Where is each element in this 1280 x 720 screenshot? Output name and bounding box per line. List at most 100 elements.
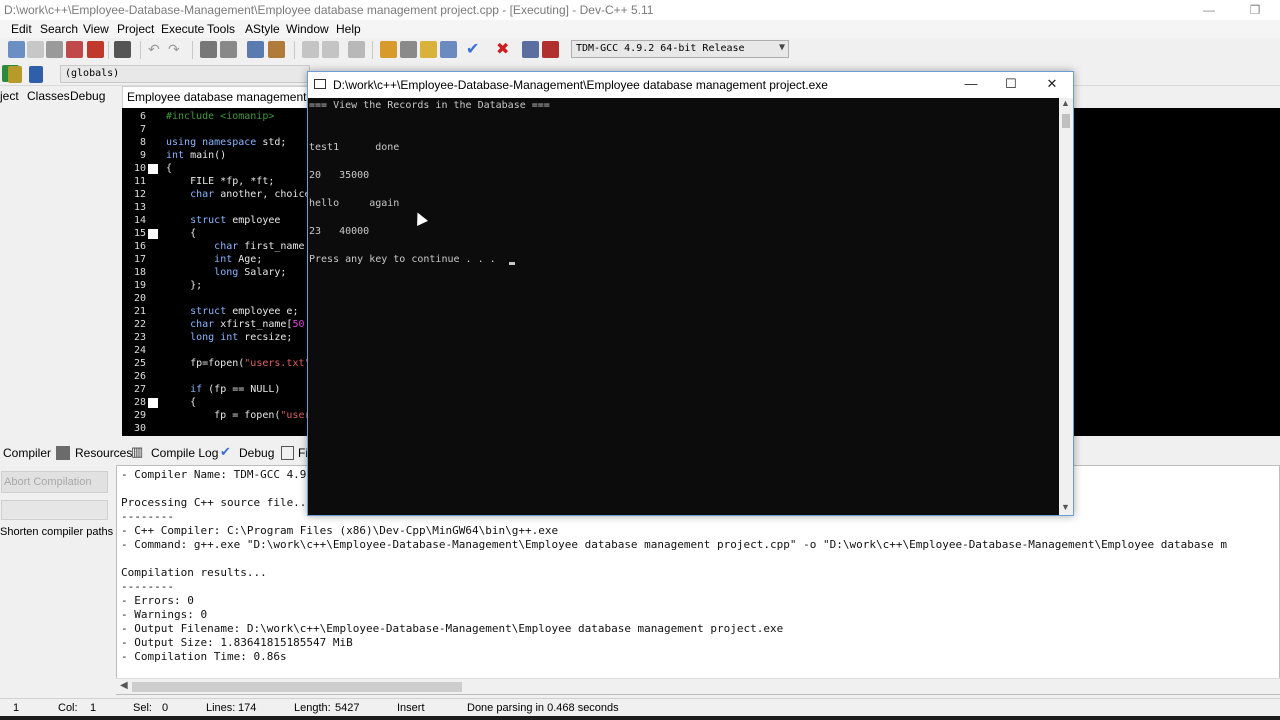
replace-icon[interactable] bbox=[220, 41, 237, 58]
console-app-icon bbox=[314, 79, 326, 89]
log-line: -------- bbox=[121, 510, 174, 523]
bookmark-back-icon[interactable] bbox=[302, 41, 319, 58]
line-number: 22 bbox=[133, 319, 146, 330]
scope-select[interactable]: (globals) bbox=[60, 65, 310, 83]
scrollbar-thumb[interactable] bbox=[132, 682, 462, 692]
code-line: }; bbox=[166, 280, 203, 291]
code-line: { bbox=[166, 397, 197, 408]
fold-marker[interactable] bbox=[148, 164, 158, 174]
save-icon[interactable] bbox=[46, 41, 63, 58]
status-length-label: Length: bbox=[294, 702, 331, 714]
menu-search[interactable]: Search bbox=[40, 22, 78, 36]
profile-icon[interactable] bbox=[522, 41, 539, 58]
status-line: 1 bbox=[13, 702, 20, 714]
console-vertical-scrollbar[interactable]: ▲ ▼ bbox=[1059, 98, 1073, 515]
menu-project[interactable]: Project bbox=[117, 22, 154, 36]
log-line: - Command: g++.exe "D:\work\c++\Employee… bbox=[121, 538, 1227, 551]
taskbar-strip bbox=[0, 716, 1280, 720]
tab-debug[interactable]: Debug bbox=[70, 89, 105, 103]
line-number: 9 bbox=[139, 150, 146, 161]
abort-compilation-button[interactable]: Abort Compilation bbox=[1, 471, 108, 493]
rebuild-all-icon[interactable] bbox=[440, 41, 457, 58]
save-all-icon[interactable] bbox=[66, 41, 83, 58]
tab-resources[interactable]: Resources bbox=[75, 446, 132, 460]
status-lines-label: Lines: bbox=[206, 702, 236, 714]
code-line: { bbox=[166, 163, 173, 174]
scroll-up-icon[interactable]: ▲ bbox=[1061, 98, 1070, 108]
log-horizontal-scrollbar[interactable]: ◀ bbox=[116, 678, 1280, 694]
menu-help[interactable]: Help bbox=[336, 22, 361, 36]
log-line: Compilation results... bbox=[121, 566, 267, 579]
console-close-button[interactable]: ✕ bbox=[1032, 76, 1072, 92]
log-line: - Warnings: 0 bbox=[121, 608, 208, 621]
console-title-bar[interactable]: D:\work\c++\Employee-Database-Management… bbox=[308, 72, 1073, 98]
status-col-label: Col: bbox=[58, 702, 78, 714]
insert-icon[interactable] bbox=[8, 66, 22, 83]
console-output[interactable]: === View the Records in the Database ===… bbox=[308, 98, 1059, 515]
console-record-line: test1 done bbox=[309, 142, 400, 153]
toolbar-separator bbox=[192, 41, 193, 59]
tab-compile-log[interactable]: Compile Log bbox=[151, 446, 218, 460]
scroll-down-icon[interactable]: ▼ bbox=[1061, 502, 1070, 512]
code-line: fp=fopen("users.txt" bbox=[166, 358, 311, 369]
open-file-icon[interactable] bbox=[27, 41, 44, 58]
menu-tools[interactable]: Tools bbox=[207, 22, 235, 36]
console-window-title: D:\work\c++\Employee-Database-Management… bbox=[333, 78, 828, 92]
ide-minimize-button[interactable]: — bbox=[1186, 0, 1232, 20]
ide-restore-button[interactable]: ❐ bbox=[1232, 0, 1278, 20]
ide-window-title: D:\work\c++\Employee-Database-Management… bbox=[4, 3, 654, 17]
menu-edit[interactable]: Edit bbox=[11, 22, 32, 36]
line-number: 24 bbox=[133, 345, 146, 356]
code-line: char first_name bbox=[214, 241, 305, 252]
indent-icon[interactable] bbox=[247, 41, 264, 58]
find-results-icon bbox=[281, 446, 294, 460]
shorten-paths-checkbox[interactable] bbox=[1, 500, 108, 520]
goto-line-icon[interactable] bbox=[348, 41, 365, 58]
tab-classes[interactable]: Classes bbox=[27, 89, 70, 103]
log-line: - Output Size: 1.83641815185547 MiB bbox=[121, 636, 353, 649]
menu-execute[interactable]: Execute bbox=[161, 22, 204, 36]
tab-debug-bottom[interactable]: Debug bbox=[239, 446, 274, 460]
close-file-icon[interactable] bbox=[87, 41, 104, 58]
line-number: 28 bbox=[133, 397, 146, 408]
status-insert-mode: Insert bbox=[397, 702, 425, 714]
code-line: char xfirst_name[50 bbox=[190, 319, 305, 330]
fold-marker[interactable] bbox=[148, 229, 158, 239]
compile-icon[interactable] bbox=[380, 41, 397, 58]
editor-file-tab[interactable]: Employee database management project bbox=[122, 86, 346, 108]
tab-compiler[interactable]: Compiler bbox=[3, 446, 51, 460]
console-maximize-button[interactable]: ☐ bbox=[991, 76, 1031, 92]
stop-execution-icon[interactable]: ✖ bbox=[496, 39, 509, 59]
scope-select-value: (globals) bbox=[65, 68, 120, 79]
menu-window[interactable]: Window bbox=[286, 22, 329, 36]
check-syntax-icon[interactable]: ✔ bbox=[466, 39, 479, 59]
fold-marker[interactable] bbox=[148, 398, 158, 408]
unindent-icon[interactable] bbox=[268, 41, 285, 58]
scrollbar-thumb[interactable] bbox=[1062, 114, 1070, 128]
toggle-bookmark-icon[interactable] bbox=[29, 66, 43, 83]
find-icon[interactable] bbox=[200, 41, 217, 58]
line-number: 18 bbox=[133, 267, 146, 278]
tab-project[interactable]: ject bbox=[0, 89, 19, 103]
undo-icon[interactable]: ↶ bbox=[148, 41, 160, 58]
menu-astyle[interactable]: AStyle bbox=[245, 22, 280, 36]
left-panel-tabs: ject Classes Debug bbox=[0, 86, 122, 108]
debug-icon[interactable] bbox=[542, 41, 559, 58]
run-icon[interactable] bbox=[400, 41, 417, 58]
line-number: 26 bbox=[133, 371, 146, 382]
menu-bar: Edit Search View Project Execute Tools A… bbox=[0, 20, 1280, 38]
line-number: 17 bbox=[133, 254, 146, 265]
console-minimize-button[interactable]: — bbox=[951, 76, 991, 91]
compile-run-icon[interactable] bbox=[420, 41, 437, 58]
redo-icon[interactable]: ↷ bbox=[168, 41, 180, 58]
print-icon[interactable] bbox=[114, 41, 131, 58]
line-number: 14 bbox=[133, 215, 146, 226]
new-file-icon[interactable] bbox=[8, 41, 25, 58]
scroll-left-icon[interactable]: ◀ bbox=[120, 680, 128, 691]
bookmark-forward-icon[interactable] bbox=[322, 41, 339, 58]
menu-view[interactable]: View bbox=[83, 22, 109, 36]
compiler-select[interactable]: TDM-GCC 4.9.2 64-bit Release ▼ bbox=[571, 40, 789, 58]
console-window[interactable]: D:\work\c++\Employee-Database-Management… bbox=[307, 71, 1074, 516]
code-line: using namespace std; bbox=[166, 137, 287, 148]
console-record-line: 23 40000 bbox=[309, 226, 370, 237]
